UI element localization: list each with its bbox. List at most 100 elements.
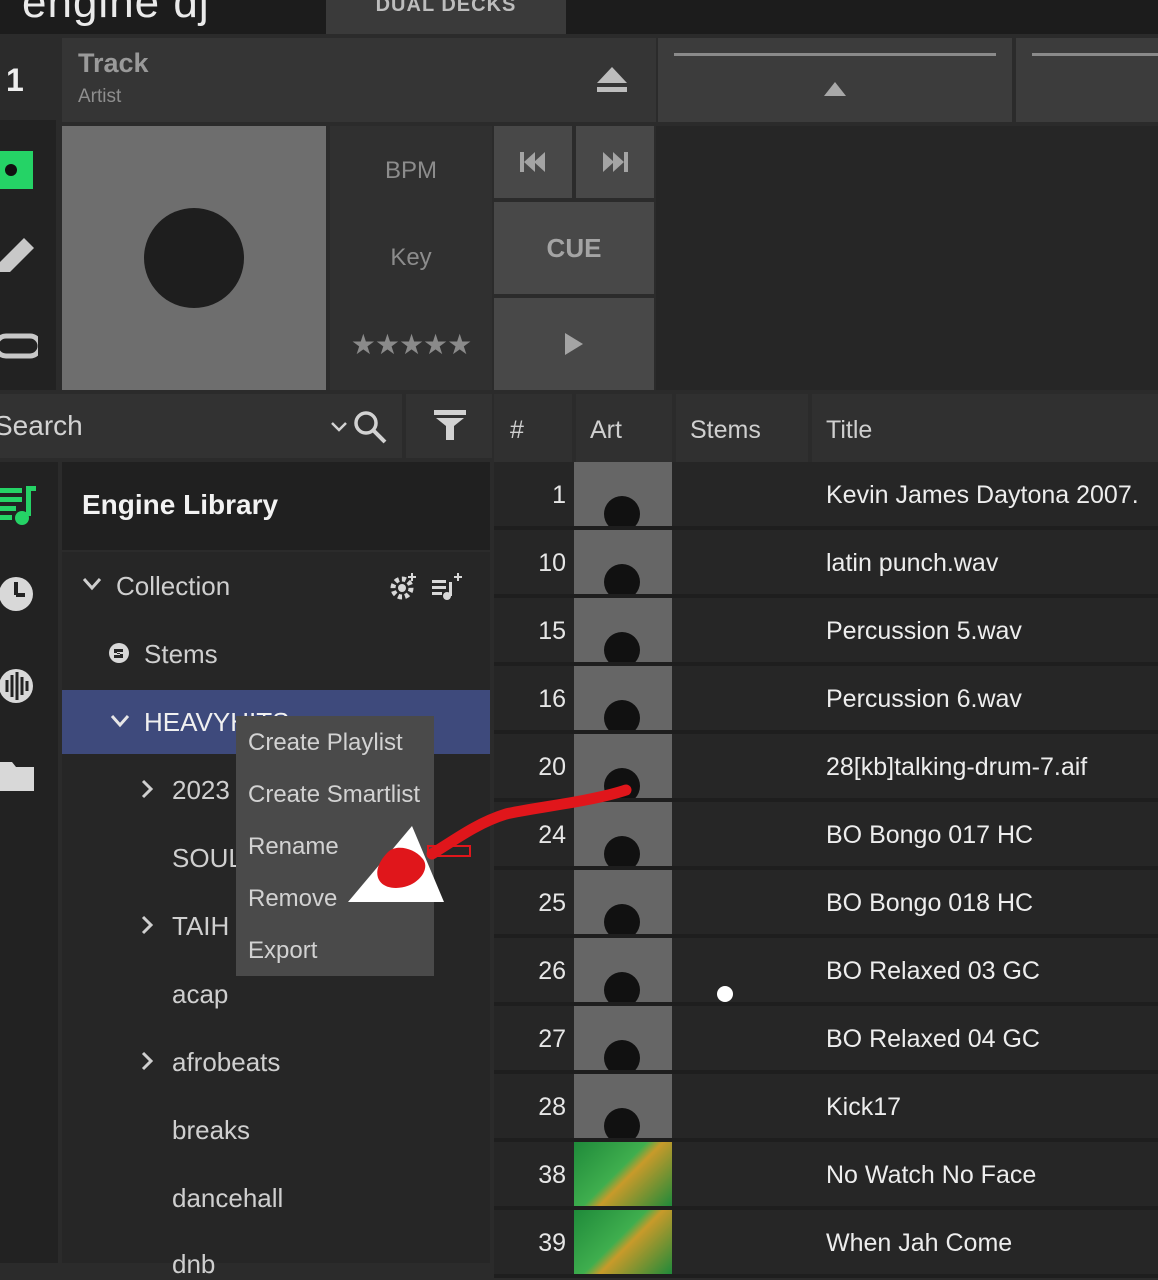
- track-number: 28: [538, 1093, 566, 1121]
- track-title-cell: Kevin James Daytona 2007.: [826, 481, 1139, 509]
- menu-item-create-playlist[interactable]: Create Playlist: [248, 729, 403, 757]
- table-row[interactable]: 26 BO Relaxed 03 GC: [494, 938, 1158, 1002]
- column-header-title[interactable]: Title: [812, 394, 1158, 464]
- track-number: 1: [552, 481, 566, 509]
- tree-item-dnb[interactable]: dnb: [172, 1249, 215, 1280]
- track-number: 38: [538, 1161, 566, 1189]
- next-track-button[interactable]: [576, 126, 654, 198]
- track-number: 39: [538, 1229, 566, 1257]
- tree-item-soul[interactable]: SOUL: [172, 843, 243, 874]
- deck-2-panel[interactable]: [1016, 38, 1158, 122]
- cue-button[interactable]: CUE: [494, 202, 654, 294]
- column-header-stems[interactable]: Stems: [676, 394, 808, 464]
- track-number: 15: [538, 617, 566, 645]
- table-row[interactable]: 1 Kevin James Daytona 2007.: [494, 462, 1158, 526]
- tree-item-dancehall[interactable]: dancehall: [172, 1183, 283, 1214]
- deck-2b-waveform-line: [1032, 53, 1158, 56]
- track-title-cell: BO Bongo 017 HC: [826, 821, 1034, 849]
- track-artwork: [574, 1006, 672, 1070]
- play-icon: [565, 333, 583, 355]
- track-artwork: [574, 462, 672, 526]
- rating-stars[interactable]: ★★★★★: [330, 328, 492, 361]
- table-row[interactable]: 15 Percussion 5.wav: [494, 598, 1158, 662]
- track-title-cell: 28[kb]talking-drum-7.aif: [826, 753, 1088, 781]
- tree-item-afrobeats[interactable]: afrobeats: [172, 1047, 280, 1078]
- annotation-arrow-overlay: [348, 784, 632, 902]
- menu-item-rename[interactable]: Rename: [248, 833, 339, 861]
- vinyl-disc-icon: [604, 632, 640, 662]
- folder-icon[interactable]: [0, 756, 36, 794]
- deck-2-expand-icon[interactable]: [822, 80, 848, 98]
- deck-2-waveform-line: [674, 53, 996, 56]
- track-number: 16: [538, 685, 566, 713]
- tab-dual-decks-label: DUAL DECKS: [375, 0, 517, 16]
- track-title-cell: BO Relaxed 04 GC: [826, 1025, 1040, 1053]
- cursor-dot: [717, 986, 733, 1002]
- column-header-art[interactable]: Art: [576, 394, 672, 464]
- search-icon[interactable]: [352, 409, 388, 445]
- playlist-library-icon[interactable]: [0, 484, 38, 528]
- filter-icon: [432, 408, 468, 444]
- deck-track-header: [62, 38, 656, 122]
- tree-item-breaks[interactable]: breaks: [172, 1115, 250, 1146]
- loop-icon[interactable]: [0, 328, 43, 364]
- add-playlist-icon[interactable]: [432, 572, 464, 600]
- chevron-down-icon[interactable]: [82, 576, 102, 592]
- track-artwork: [574, 598, 672, 662]
- vinyl-disc-icon: [604, 1040, 640, 1070]
- track-number: 27: [538, 1025, 566, 1053]
- chevron-right-icon[interactable]: [140, 1050, 154, 1072]
- skip-back-icon: [520, 152, 545, 172]
- cue-label: CUE: [546, 232, 602, 263]
- history-clock-icon[interactable]: [0, 572, 36, 616]
- chevron-right-icon[interactable]: [140, 778, 154, 800]
- skip-forward-icon: [603, 152, 628, 172]
- stems-icon: [108, 642, 130, 664]
- eject-icon[interactable]: [594, 64, 630, 94]
- track-title-cell: No Watch No Face: [826, 1161, 1037, 1189]
- vinyl-disc-icon: [604, 1108, 640, 1138]
- record-icon[interactable]: [0, 151, 33, 189]
- vinyl-disc-icon: [604, 972, 640, 1002]
- track-title-cell: BO Bongo 018 HC: [826, 889, 1034, 917]
- table-row[interactable]: 16 Percussion 6.wav: [494, 666, 1158, 730]
- table-row[interactable]: 28 Kick17: [494, 1074, 1158, 1138]
- previous-track-button[interactable]: [494, 126, 572, 198]
- key-label: Key: [390, 244, 432, 271]
- search-placeholder: Search: [0, 410, 83, 441]
- deck-number: 1: [6, 62, 24, 98]
- track-title-cell: Percussion 6.wav: [826, 685, 1022, 713]
- track-title-cell: Percussion 5.wav: [826, 617, 1022, 645]
- vinyl-disc-icon: [604, 700, 640, 730]
- track-number: 10: [538, 549, 566, 577]
- tree-item-collection[interactable]: Collection: [116, 571, 230, 602]
- tree-item-taih[interactable]: TAIH: [172, 911, 229, 942]
- vinyl-disc-icon: [604, 496, 640, 526]
- track-artwork: [574, 530, 672, 594]
- tree-item-stems[interactable]: Stems: [144, 639, 218, 670]
- track-title-cell: Kick17: [826, 1093, 902, 1121]
- menu-item-export[interactable]: Export: [248, 937, 317, 965]
- menu-item-remove[interactable]: Remove: [248, 885, 337, 913]
- settings-gear-icon[interactable]: [390, 572, 418, 600]
- vinyl-disc-icon: [604, 564, 640, 594]
- chevron-down-icon[interactable]: [110, 713, 130, 729]
- table-row[interactable]: 27 BO Relaxed 04 GC: [494, 1006, 1158, 1070]
- track-artwork: [574, 666, 672, 730]
- track-title-cell: When Jah Come: [826, 1229, 1013, 1257]
- play-button[interactable]: [494, 298, 654, 390]
- vinyl-disc-icon: [144, 208, 244, 308]
- edit-pencil-icon[interactable]: [0, 236, 36, 276]
- column-header-number[interactable]: #: [494, 394, 572, 464]
- tree-item-acap[interactable]: acap: [172, 979, 228, 1010]
- tree-item-2023[interactable]: 2023: [172, 775, 230, 806]
- deck-waveform-area: [656, 126, 1158, 390]
- table-row[interactable]: 39 When Jah Come: [494, 1210, 1158, 1274]
- stems-waveform-icon[interactable]: [0, 664, 36, 708]
- tab-dual-decks[interactable]: DUAL DECKS: [326, 0, 566, 34]
- chevron-down-icon[interactable]: [330, 420, 348, 434]
- table-row[interactable]: 38 No Watch No Face: [494, 1142, 1158, 1206]
- chevron-right-icon[interactable]: [140, 914, 154, 936]
- table-row[interactable]: 10 latin punch.wav: [494, 530, 1158, 594]
- track-number: 26: [538, 957, 566, 985]
